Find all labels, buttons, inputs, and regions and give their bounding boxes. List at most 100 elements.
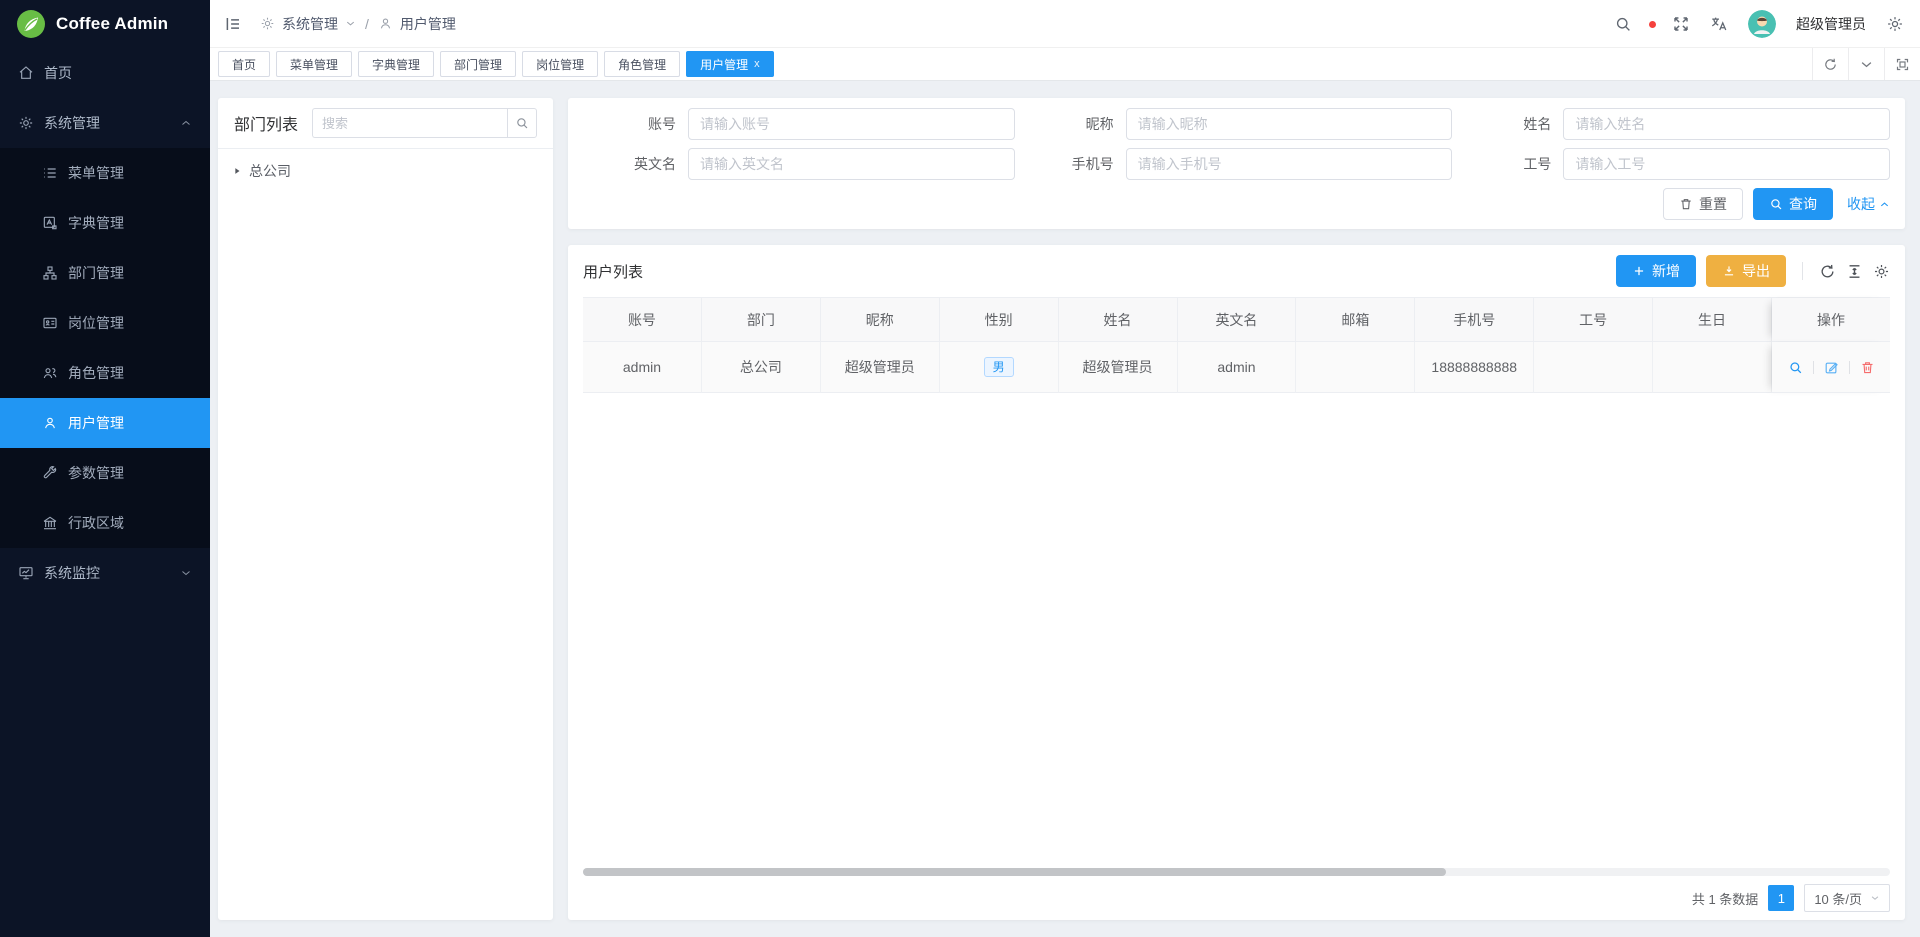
dept-search-button[interactable] bbox=[507, 108, 537, 138]
bank-icon bbox=[42, 515, 58, 531]
refresh-icon[interactable] bbox=[1812, 48, 1848, 80]
account-input[interactable] bbox=[688, 108, 1015, 140]
view-icon[interactable] bbox=[1788, 360, 1803, 375]
cell-en-name: admin bbox=[1178, 342, 1297, 393]
query-button[interactable]: 查询 bbox=[1753, 188, 1833, 220]
username-label[interactable]: 超级管理员 bbox=[1796, 14, 1866, 34]
reset-button[interactable]: 重置 bbox=[1663, 188, 1743, 220]
trash-icon bbox=[1679, 197, 1693, 211]
cell-email bbox=[1296, 342, 1415, 393]
leaf-logo-icon bbox=[16, 9, 46, 39]
sidebar-item-post-mgmt[interactable]: 岗位管理 bbox=[0, 298, 210, 348]
pagination-total: 共 1 条数据 bbox=[1692, 889, 1758, 908]
search-form: 账号 昵称 姓名 英文名 bbox=[583, 108, 1890, 180]
sidebar-item-home[interactable]: 首页 bbox=[0, 48, 210, 98]
translate-icon[interactable] bbox=[1710, 15, 1728, 33]
dictionary-icon bbox=[42, 215, 58, 231]
plus-icon bbox=[1632, 264, 1646, 278]
maximize-icon[interactable] bbox=[1884, 48, 1920, 80]
tab-dict-mgmt[interactable]: 字典管理 bbox=[358, 51, 434, 77]
tab-menu-mgmt[interactable]: 菜单管理 bbox=[276, 51, 352, 77]
app-logo: Coffee Admin bbox=[0, 0, 210, 48]
sidebar-item-dict-mgmt[interactable]: 字典管理 bbox=[0, 198, 210, 248]
download-icon bbox=[1722, 264, 1736, 278]
gear-icon bbox=[18, 115, 34, 131]
delete-icon[interactable] bbox=[1860, 360, 1875, 375]
column-settings-gear-icon[interactable] bbox=[1873, 263, 1890, 280]
column-header-actions: 操作 bbox=[1772, 298, 1890, 342]
phone-input[interactable] bbox=[1126, 148, 1453, 180]
sidebar-item-param-mgmt[interactable]: 参数管理 bbox=[0, 448, 210, 498]
sidebar-item-user-mgmt[interactable]: 用户管理 bbox=[0, 398, 210, 448]
avatar[interactable] bbox=[1748, 10, 1776, 38]
column-header-email[interactable]: 邮箱 bbox=[1296, 298, 1415, 342]
table-empty-area bbox=[568, 393, 1905, 868]
job-no-input[interactable] bbox=[1563, 148, 1890, 180]
field-job-no: 工号 bbox=[1458, 148, 1890, 180]
menu-fold-icon[interactable] bbox=[224, 15, 242, 33]
refresh-icon[interactable] bbox=[1819, 263, 1836, 280]
tab-post-mgmt[interactable]: 岗位管理 bbox=[522, 51, 598, 77]
chevron-down-icon bbox=[180, 567, 192, 579]
search-icon[interactable] bbox=[1614, 15, 1632, 33]
column-header-birthday[interactable]: 生日 bbox=[1653, 298, 1772, 342]
org-chart-icon bbox=[42, 265, 58, 281]
column-header-dept[interactable]: 部门 bbox=[702, 298, 821, 342]
divider bbox=[1802, 262, 1803, 280]
collapse-link[interactable]: 收起 bbox=[1847, 194, 1890, 214]
page-button-1[interactable]: 1 bbox=[1768, 885, 1794, 911]
field-account: 账号 bbox=[583, 108, 1015, 140]
column-header-name[interactable]: 姓名 bbox=[1059, 298, 1178, 342]
chevron-up-icon bbox=[1879, 199, 1890, 210]
breadcrumb-separator: / bbox=[365, 16, 369, 32]
cell-actions bbox=[1772, 342, 1890, 393]
table-row[interactable]: admin 总公司 超级管理员 男 超级管理员 admin 1888888888… bbox=[583, 342, 1890, 393]
en-name-input[interactable] bbox=[688, 148, 1015, 180]
tab-home[interactable]: 首页 bbox=[218, 51, 270, 77]
sidebar-item-role-mgmt[interactable]: 角色管理 bbox=[0, 348, 210, 398]
sidebar-item-dept-mgmt[interactable]: 部门管理 bbox=[0, 248, 210, 298]
column-header-nickname[interactable]: 昵称 bbox=[821, 298, 940, 342]
sidebar-item-system-mgmt[interactable]: 系统管理 bbox=[0, 98, 210, 148]
page-size-select[interactable]: 10 条/页 bbox=[1804, 884, 1890, 912]
search-form-actions: 重置 查询 收起 bbox=[583, 188, 1890, 220]
sidebar-item-system-monitor[interactable]: 系统监控 bbox=[0, 548, 210, 598]
breadcrumb-section[interactable]: 系统管理 bbox=[282, 14, 338, 34]
sidebar-item-region-mgmt[interactable]: 行政区域 bbox=[0, 498, 210, 548]
name-input[interactable] bbox=[1563, 108, 1890, 140]
fullscreen-icon[interactable] bbox=[1672, 15, 1690, 33]
settings-gear-icon[interactable] bbox=[1886, 15, 1904, 33]
sidebar-item-menu-mgmt[interactable]: 菜单管理 bbox=[0, 148, 210, 198]
user-icon bbox=[378, 16, 393, 31]
field-phone: 手机号 bbox=[1021, 148, 1453, 180]
column-header-gender[interactable]: 性别 bbox=[940, 298, 1059, 342]
edit-icon[interactable] bbox=[1824, 360, 1839, 375]
caret-right-icon[interactable] bbox=[232, 166, 242, 176]
sidebar-submenu: 菜单管理 字典管理 部门管理 岗位管理 角色管理 bbox=[0, 148, 210, 548]
nickname-input[interactable] bbox=[1126, 108, 1453, 140]
column-header-en-name[interactable]: 英文名 bbox=[1178, 298, 1297, 342]
app-title: Coffee Admin bbox=[56, 14, 168, 34]
table-title: 用户列表 bbox=[583, 261, 643, 282]
export-button[interactable]: 导出 bbox=[1706, 255, 1786, 287]
field-name: 姓名 bbox=[1458, 108, 1890, 140]
add-button[interactable]: 新增 bbox=[1616, 255, 1696, 287]
cell-name: 超级管理员 bbox=[1059, 342, 1178, 393]
field-en-name: 英文名 bbox=[583, 148, 1015, 180]
row-height-icon[interactable] bbox=[1846, 263, 1863, 280]
horizontal-scrollbar[interactable] bbox=[583, 868, 1890, 876]
wrench-icon bbox=[42, 465, 58, 481]
column-header-job-no[interactable]: 工号 bbox=[1534, 298, 1653, 342]
column-header-account[interactable]: 账号 bbox=[583, 298, 702, 342]
right-column: 账号 昵称 姓名 英文名 bbox=[568, 98, 1905, 920]
chevron-down-icon[interactable] bbox=[345, 18, 356, 29]
tree-node-root[interactable]: 总公司 bbox=[218, 149, 553, 193]
column-header-phone[interactable]: 手机号 bbox=[1415, 298, 1534, 342]
tab-user-mgmt[interactable]: 用户管理 x bbox=[686, 51, 774, 77]
tab-close-icon[interactable]: x bbox=[754, 58, 760, 70]
dept-search-input[interactable] bbox=[312, 108, 507, 138]
tab-role-mgmt[interactable]: 角色管理 bbox=[604, 51, 680, 77]
tab-dept-mgmt[interactable]: 部门管理 bbox=[440, 51, 516, 77]
chevron-down-icon[interactable] bbox=[1848, 48, 1884, 80]
scrollbar-thumb[interactable] bbox=[583, 868, 1446, 876]
